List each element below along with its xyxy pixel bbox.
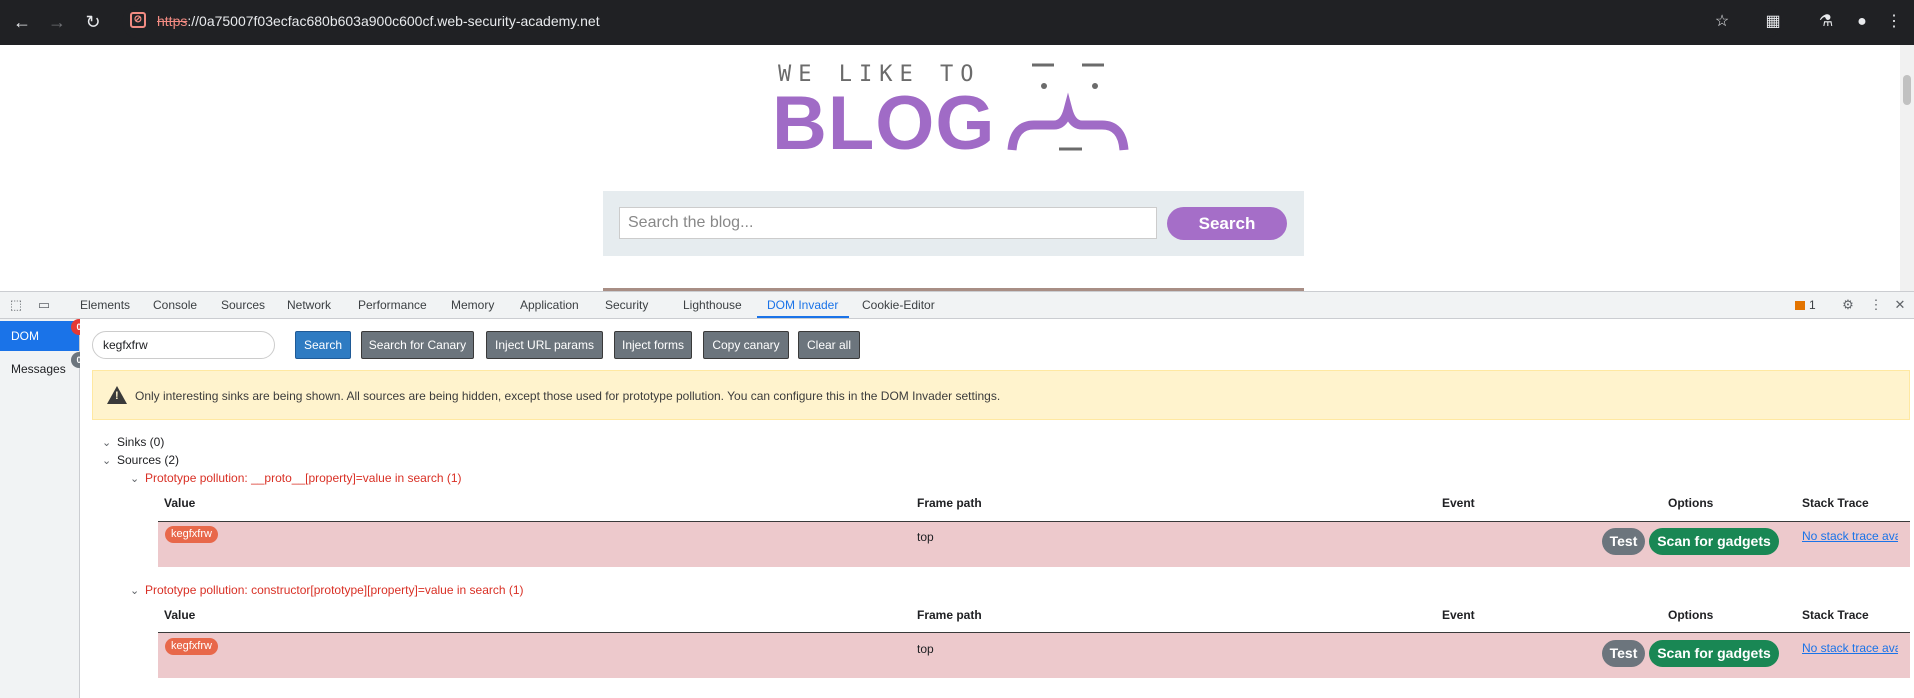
chevron-down-icon: ⌄ [130, 585, 140, 597]
frame-path-cell: top [917, 642, 934, 656]
device-toolbar-icon[interactable]: ▭ [36, 297, 52, 313]
stack-trace-link[interactable]: No stack trace available [1802, 641, 1898, 655]
test-button[interactable]: Test [1602, 640, 1645, 667]
column-options: Options [1668, 496, 1714, 510]
sidebar-item-dom[interactable]: DOM [0, 321, 79, 351]
url-text[interactable]: https://0a75007f03ecfac680b603a900c600cf… [157, 13, 600, 29]
scan-for-gadgets-button[interactable]: Scan for gadgets [1649, 640, 1779, 667]
tab-security[interactable]: Security [605, 298, 648, 312]
table-row [158, 632, 1910, 678]
search-for-canary-button[interactable]: Search for Canary [361, 331, 474, 359]
test-button[interactable]: Test [1602, 528, 1645, 555]
settings-gear-icon[interactable]: ⚙ [1840, 297, 1856, 313]
info-warning-banner: ! Only interesting sinks are being shown… [92, 370, 1910, 420]
column-frame-path: Frame path [917, 496, 982, 510]
tab-lighthouse[interactable]: Lighthouse [683, 298, 742, 312]
reload-icon[interactable]: ↻ [82, 11, 104, 33]
stack-trace-link[interactable]: No stack trace available [1802, 529, 1898, 543]
tab-elements[interactable]: Elements [80, 298, 130, 312]
tab-sources[interactable]: Sources [221, 298, 265, 312]
column-event: Event [1442, 608, 1475, 622]
sidebar-item-messages[interactable]: Messages [0, 354, 79, 384]
sources-toggle[interactable]: ⌄ Sources (2) [102, 453, 179, 467]
not-secure-icon[interactable]: ⊘ [130, 12, 146, 28]
canary-value-pill: kegfxfrw [165, 638, 218, 655]
inspect-element-icon[interactable]: ⬚ [8, 297, 24, 313]
source-group-toggle[interactable]: ⌄ Prototype pollution: constructor[protot… [130, 583, 524, 597]
clear-all-button[interactable]: Clear all [798, 331, 860, 359]
column-event: Event [1442, 496, 1475, 510]
sinks-toggle[interactable]: ⌄ Sinks (0) [102, 435, 164, 449]
chevron-down-icon: ⌄ [102, 455, 112, 467]
canary-search-input[interactable]: kegfxfrw [92, 331, 275, 359]
bookmark-star-icon[interactable]: ☆ [1711, 11, 1733, 33]
logo-face-icon [1007, 63, 1129, 151]
column-stack-trace: Stack Trace [1802, 496, 1869, 510]
blog-search-button[interactable]: Search [1167, 207, 1287, 240]
column-options: Options [1668, 608, 1714, 622]
warning-icon: ! [107, 386, 127, 404]
tab-application[interactable]: Application [520, 298, 579, 312]
profile-icon[interactable]: ● [1851, 11, 1873, 33]
close-devtools-icon[interactable]: ✕ [1892, 297, 1908, 313]
frame-path-cell: top [917, 530, 934, 544]
column-value: Value [164, 608, 196, 622]
warning-text: Only interesting sinks are being shown. … [135, 389, 1001, 403]
tab-console[interactable]: Console [153, 298, 197, 312]
inject-url-params-button[interactable]: Inject URL params [486, 331, 603, 359]
issues-counter[interactable]: 1 [1795, 298, 1816, 312]
chevron-down-icon: ⌄ [102, 437, 112, 449]
blog-search-input[interactable]: Search the blog... [619, 207, 1157, 239]
devtools-more-icon[interactable]: ⋮ [1868, 297, 1884, 313]
forward-icon[interactable]: → [46, 11, 68, 33]
scan-for-gadgets-button[interactable]: Scan for gadgets [1649, 528, 1779, 555]
tab-dom-invader[interactable]: DOM Invader [767, 298, 838, 312]
logo-word: BLOG [772, 81, 996, 166]
menu-kebab-icon[interactable]: ⋮ [1883, 11, 1905, 33]
tab-cookie-editor[interactable]: Cookie-Editor [862, 298, 935, 312]
active-tab-indicator [757, 316, 849, 318]
tab-network[interactable]: Network [287, 298, 331, 312]
tab-performance[interactable]: Performance [358, 298, 427, 312]
column-frame-path: Frame path [917, 608, 982, 622]
canary-value-pill: kegfxfrw [165, 526, 218, 543]
tab-memory[interactable]: Memory [451, 298, 494, 312]
issue-flag-icon [1795, 301, 1805, 310]
inject-forms-button[interactable]: Inject forms [614, 331, 692, 359]
column-value: Value [164, 496, 196, 510]
extensions-icon[interactable]: ▦ [1762, 11, 1784, 33]
column-stack-trace: Stack Trace [1802, 608, 1869, 622]
copy-canary-button[interactable]: Copy canary [703, 331, 789, 359]
back-icon[interactable]: ← [11, 11, 33, 33]
labs-flask-icon[interactable]: ⚗ [1815, 11, 1837, 33]
page-scroll-thumb[interactable] [1903, 75, 1911, 105]
chevron-down-icon: ⌄ [130, 473, 140, 485]
table-row [158, 521, 1910, 567]
search-button[interactable]: Search [295, 331, 351, 359]
source-group-toggle[interactable]: ⌄ Prototype pollution: __proto__[property… [130, 471, 462, 485]
